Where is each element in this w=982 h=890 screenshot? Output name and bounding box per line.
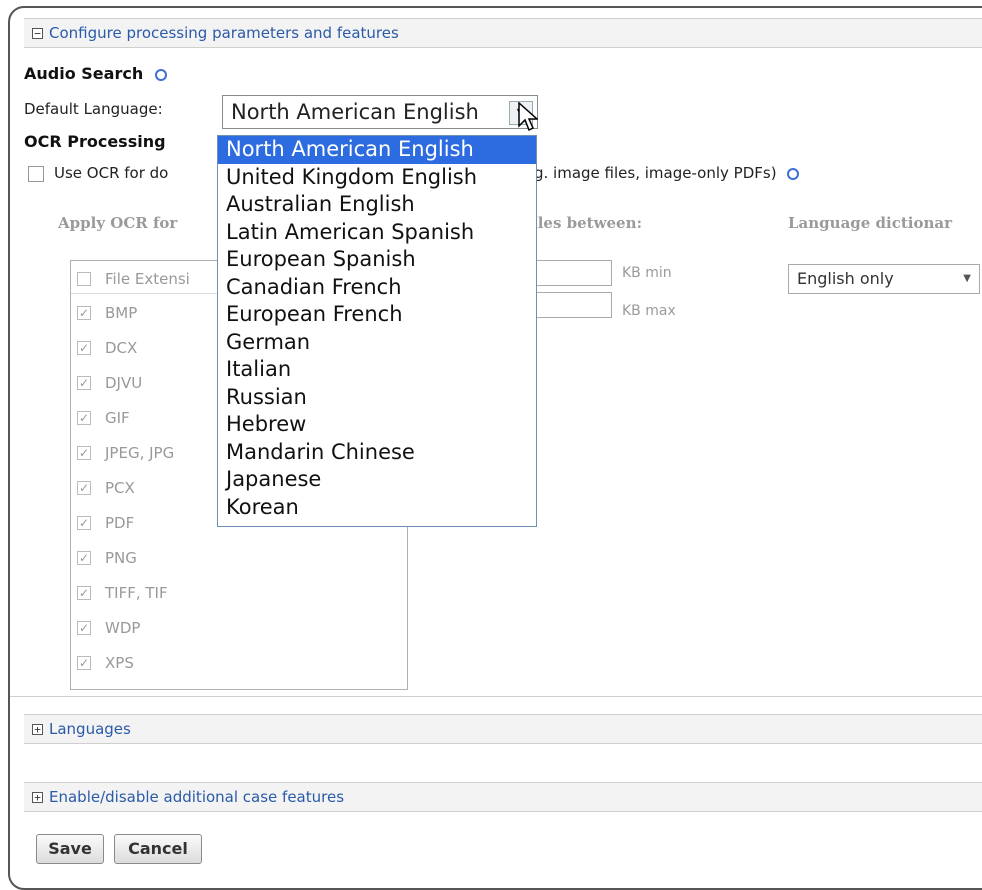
extension-label: XPS <box>105 654 134 672</box>
table-row: ✓ TIFF, TIF <box>77 583 168 603</box>
default-language-value: North American English <box>231 100 479 124</box>
extension-label: DCX <box>105 339 138 357</box>
extension-checkbox[interactable]: ✓ <box>77 306 91 320</box>
configure-section-header[interactable]: − Configure processing parameters and fe… <box>24 18 982 48</box>
extension-checkbox[interactable]: ✓ <box>77 586 91 600</box>
dropdown-option[interactable]: Russian <box>218 384 536 412</box>
extension-label: TIFF, TIF <box>105 584 168 602</box>
dropdown-option[interactable]: German <box>218 329 536 357</box>
extension-label: PNG <box>105 549 137 567</box>
use-ocr-label-right: g. image files, image-only PDFs) <box>534 164 800 182</box>
table-row: ✓ PDF <box>77 513 134 533</box>
languages-section-label[interactable]: Languages <box>49 720 131 738</box>
configure-section-label[interactable]: Configure processing parameters and feat… <box>49 24 399 42</box>
ocr-processing-heading: OCR Processing <box>24 132 166 151</box>
extension-label: WDP <box>105 619 141 637</box>
kb-max-input[interactable]: 0 <box>524 292 612 318</box>
mouse-cursor-icon <box>518 102 538 132</box>
extension-checkbox[interactable]: ✓ <box>77 446 91 460</box>
info-icon[interactable] <box>787 167 800 180</box>
table-row: ✓ DCX <box>77 338 137 358</box>
table-row: ✓ WDP <box>77 618 140 638</box>
dropdown-option[interactable]: United Kingdom English <box>218 164 536 192</box>
extension-label: GIF <box>105 409 130 427</box>
dropdown-option[interactable]: North American English <box>218 136 536 164</box>
use-ocr-label-left: Use OCR for do <box>54 164 169 182</box>
table-row: ✓ PNG <box>77 548 137 568</box>
extension-label: PDF <box>105 514 135 532</box>
file-extension-header: File Extensi <box>105 270 190 288</box>
info-icon[interactable] <box>154 68 167 81</box>
extension-checkbox[interactable]: ✓ <box>77 481 91 495</box>
dropdown-options: North American English United Kingdom Eng… <box>218 136 536 521</box>
collapse-icon[interactable]: − <box>32 27 43 39</box>
table-header: File Extensi <box>77 269 190 289</box>
audio-search-title: Audio Search <box>24 64 144 83</box>
chevron-down-icon[interactable]: ▼ <box>963 265 971 293</box>
extension-checkbox[interactable]: ✓ <box>77 656 91 670</box>
kb-min-input[interactable] <box>524 260 612 286</box>
extension-label: PCX <box>105 479 135 497</box>
dropdown-option[interactable]: European French <box>218 301 536 329</box>
languages-section-header[interactable]: + Languages <box>24 714 982 744</box>
expand-icon[interactable]: + <box>32 791 43 803</box>
select-all-checkbox[interactable] <box>77 272 91 286</box>
audio-search-heading: Audio Search <box>24 64 167 83</box>
table-row: ✓ PCX <box>77 478 135 498</box>
table-row: ✓ XPS <box>77 653 134 673</box>
dropdown-option[interactable]: Mandarin Chinese <box>218 439 536 467</box>
extension-checkbox[interactable]: ✓ <box>77 551 91 565</box>
window-frame: − Configure processing parameters and fe… <box>8 6 982 890</box>
dropdown-option[interactable]: Japanese <box>218 466 536 494</box>
extension-checkbox[interactable]: ✓ <box>77 376 91 390</box>
language-dictionary-label: Language dictionar <box>788 214 953 232</box>
dropdown-option[interactable]: European Spanish <box>218 246 536 274</box>
cancel-button[interactable]: Cancel <box>114 834 202 864</box>
extension-checkbox[interactable]: ✓ <box>77 621 91 635</box>
files-between-label: iles between: <box>532 214 643 232</box>
dropdown-option[interactable]: Korean <box>218 494 536 522</box>
table-row: ✓ GIF <box>77 408 130 428</box>
expand-icon[interactable]: + <box>32 723 43 735</box>
dropdown-option[interactable]: Hebrew <box>218 411 536 439</box>
table-row: ✓ DJVU <box>77 373 142 393</box>
kb-max-label: KB max <box>622 303 676 319</box>
dropdown-option[interactable]: Italian <box>218 356 536 384</box>
section-divider <box>10 696 982 697</box>
extension-label: BMP <box>105 304 138 322</box>
case-features-section-label[interactable]: Enable/disable additional case features <box>49 788 344 806</box>
extension-checkbox[interactable]: ✓ <box>77 341 91 355</box>
language-dictionary-value: English only <box>797 269 894 288</box>
default-language-label: Default Language: <box>24 100 163 118</box>
dropdown-option[interactable]: Latin American Spanish <box>218 219 536 247</box>
use-ocr-label-right-text: g. image files, image-only PDFs) <box>534 164 777 182</box>
language-dropdown-list[interactable]: North American English United Kingdom Eng… <box>217 135 537 527</box>
save-button[interactable]: Save <box>36 834 104 864</box>
language-dictionary-select[interactable]: English only ▼ <box>788 264 980 294</box>
default-language-select[interactable]: North American English ▼ <box>222 95 538 129</box>
extension-label: JPEG, JPG <box>105 444 175 462</box>
extension-checkbox[interactable]: ✓ <box>77 411 91 425</box>
dropdown-option[interactable]: Canadian French <box>218 274 536 302</box>
table-row: ✓ JPEG, JPG <box>77 443 174 463</box>
case-features-section-header[interactable]: + Enable/disable additional case feature… <box>24 782 982 812</box>
use-ocr-checkbox[interactable] <box>28 166 44 182</box>
kb-min-label: KB min <box>622 265 672 281</box>
extension-checkbox[interactable]: ✓ <box>77 516 91 530</box>
extension-label: DJVU <box>105 374 143 392</box>
dropdown-option[interactable]: Australian English <box>218 191 536 219</box>
apply-ocr-label: Apply OCR for <box>58 214 178 232</box>
table-row: ✓ BMP <box>77 303 137 323</box>
